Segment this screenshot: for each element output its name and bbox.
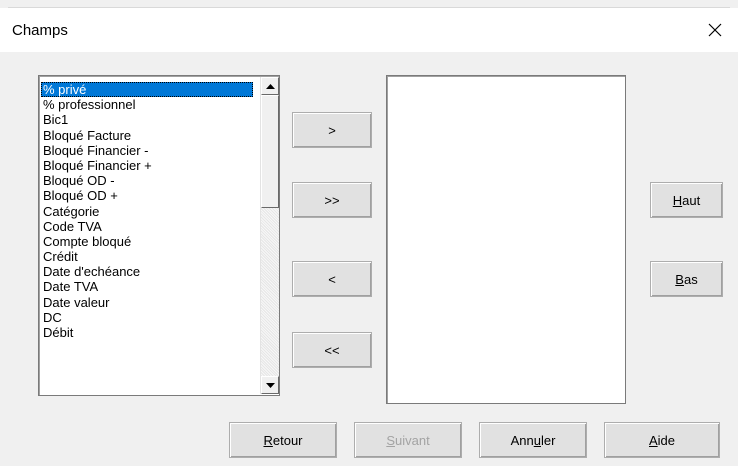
scroll-thumb[interactable] <box>261 95 279 208</box>
field-list-item[interactable]: Bic1 <box>41 112 253 127</box>
field-list-item[interactable]: Code TVA <box>41 219 253 234</box>
field-list-item[interactable]: Catégorie <box>41 204 253 219</box>
dialog-title: Champs <box>12 22 68 39</box>
scroll-down-button[interactable] <box>261 376 279 394</box>
close-icon <box>708 23 722 37</box>
close-button[interactable] <box>698 13 732 47</box>
back-button[interactable]: Retour <box>229 422 337 458</box>
list-scrollbar[interactable] <box>260 77 279 394</box>
field-list-item[interactable]: DC <box>41 310 253 325</box>
next-button: Suivant <box>354 422 462 458</box>
move-up-button[interactable]: Haut <box>650 182 723 218</box>
field-list-item[interactable]: Crédit <box>41 249 253 264</box>
cancel-button[interactable]: Annuler <box>479 422 587 458</box>
available-fields-items: % privé% professionnel Bic1 Bloqué Facture… <box>41 82 253 340</box>
move-up-label: Haut <box>672 192 701 208</box>
move-down-button[interactable]: Bas <box>650 261 723 297</box>
field-list-item[interactable]: Bloqué Financier - <box>41 143 253 158</box>
field-list-item[interactable]: % professionnel <box>41 97 253 112</box>
add-all-button[interactable]: >> <box>292 182 372 218</box>
next-label: Suivant <box>386 432 430 448</box>
scroll-up-button[interactable] <box>261 77 279 95</box>
cancel-label: Annuler <box>510 432 556 448</box>
back-label: Retour <box>263 432 303 448</box>
selected-fields-list[interactable] <box>386 75 626 404</box>
arrow-up-icon <box>265 83 275 89</box>
arrow-down-icon <box>265 382 275 388</box>
remove-all-button[interactable]: << <box>292 332 372 368</box>
remove-one-button[interactable]: < <box>292 261 372 297</box>
available-fields-list[interactable]: % privé% professionnel Bic1 Bloqué Facture… <box>38 75 280 396</box>
field-list-item[interactable]: Bloqué Facture <box>41 128 253 143</box>
help-button[interactable]: Aide <box>604 422 720 458</box>
field-list-item[interactable]: Bloqué OD - <box>41 173 253 188</box>
field-list-item[interactable]: Bloqué OD + <box>41 188 253 203</box>
field-list-item[interactable]: Compte bloqué <box>41 234 253 249</box>
field-list-item[interactable]: Date valeur <box>41 295 253 310</box>
title-bar: Champs <box>0 8 738 52</box>
field-list-item[interactable]: Date d'echéance <box>41 264 253 279</box>
field-list-item[interactable]: Date TVA <box>41 279 253 294</box>
help-label: Aide <box>648 432 676 448</box>
move-down-label: Bas <box>675 271 698 287</box>
scroll-track[interactable] <box>261 208 279 376</box>
field-list-item[interactable]: Débit <box>41 325 253 340</box>
dialog-window: Champs % privé% professionnel Bic1 Bloqué … <box>0 0 738 466</box>
field-list-item[interactable]: % privé <box>41 82 253 98</box>
field-list-item[interactable]: Bloqué Financier + <box>41 158 253 173</box>
add-one-button[interactable]: > <box>292 112 372 148</box>
